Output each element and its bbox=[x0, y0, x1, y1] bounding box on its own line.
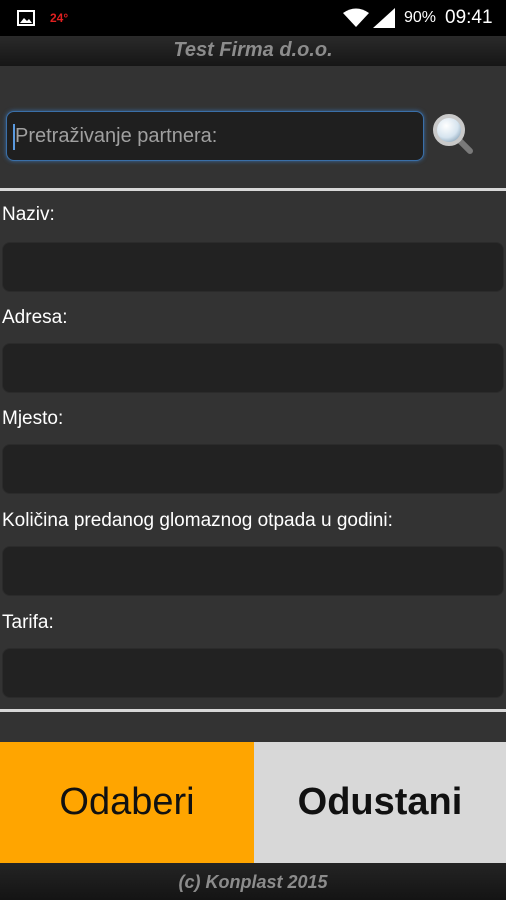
mjesto-field[interactable] bbox=[2, 444, 504, 494]
partner-search-input[interactable] bbox=[6, 111, 424, 161]
footer: (c) Konplast 2015 bbox=[0, 863, 506, 900]
adresa-field[interactable] bbox=[2, 343, 504, 393]
wifi-icon bbox=[343, 8, 369, 27]
temperature-indicator: 24° bbox=[50, 11, 69, 25]
copyright-text: (c) Konplast 2015 bbox=[178, 872, 328, 892]
clock: 09:41 bbox=[445, 7, 493, 28]
text-cursor bbox=[13, 124, 15, 150]
field-label-tarifa: Tarifa: bbox=[2, 612, 54, 633]
kolicina-field[interactable] bbox=[2, 546, 504, 596]
bottom-divider bbox=[0, 709, 506, 712]
battery-level: 90% bbox=[404, 9, 437, 26]
field-label-kolicina: Količina predanog glomaznog otpada u god… bbox=[2, 510, 393, 531]
top-divider bbox=[0, 188, 506, 191]
field-label-mjesto: Mjesto: bbox=[2, 408, 64, 429]
status-bar: 24° 90% 09:41 bbox=[0, 0, 506, 36]
signal-icon bbox=[373, 8, 395, 28]
field-label-adresa: Adresa: bbox=[2, 307, 68, 328]
cancel-button[interactable]: Odustani bbox=[254, 742, 506, 863]
naziv-field[interactable] bbox=[2, 242, 504, 292]
app-title: Test Firma d.o.o. bbox=[173, 39, 333, 61]
tarifa-field[interactable] bbox=[2, 648, 504, 698]
field-label-naziv: Naziv: bbox=[2, 204, 55, 225]
search-icon[interactable] bbox=[430, 111, 474, 155]
app-title-bar: Test Firma d.o.o. bbox=[0, 36, 506, 66]
image-icon bbox=[17, 10, 35, 26]
select-button[interactable]: Odaberi bbox=[0, 742, 254, 863]
